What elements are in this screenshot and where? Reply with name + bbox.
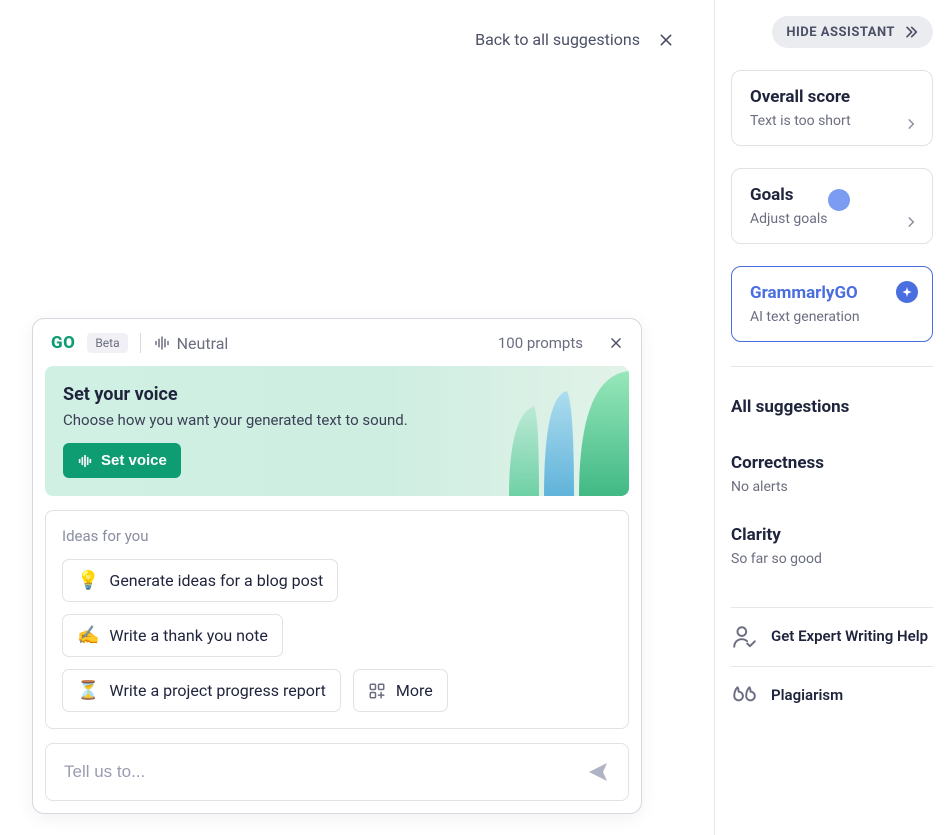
- waveform-icon: [153, 334, 171, 352]
- lightbulb-icon: 💡: [77, 570, 99, 591]
- idea-label: Write a thank you note: [109, 626, 267, 645]
- more-label: More: [396, 681, 433, 700]
- more-ideas-button[interactable]: More: [353, 669, 448, 712]
- correctness-section[interactable]: Correctness No alerts: [731, 453, 933, 495]
- panel-header: GO Beta Neutral 100 prompts: [33, 319, 641, 366]
- card-subtitle: AI text generation: [750, 309, 914, 325]
- card-title: GrammarlyGO: [750, 283, 914, 303]
- voice-banner: Set your voice Choose how you want your …: [45, 366, 629, 496]
- idea-chip[interactable]: ✍️ Write a thank you note: [62, 614, 283, 657]
- set-voice-label: Set voice: [101, 452, 167, 469]
- section-title: All suggestions: [731, 397, 933, 417]
- hourglass-icon: ⏳: [77, 680, 99, 701]
- section-title: Clarity: [731, 525, 933, 545]
- section-subtitle: So far so good: [731, 551, 933, 567]
- writing-hand-icon: ✍️: [77, 625, 99, 646]
- banner-art: [489, 366, 629, 496]
- chevron-right-icon: [904, 215, 918, 229]
- ideas-heading: Ideas for you: [62, 527, 612, 545]
- waveform-icon: [77, 453, 93, 469]
- notification-dot-icon: [828, 189, 850, 211]
- sidebar-footer: Get Expert Writing Help Plagiarism: [731, 607, 933, 725]
- close-icon[interactable]: [658, 32, 674, 48]
- ideas-box: Ideas for you 💡 Generate ideas for a blo…: [45, 510, 629, 729]
- prompt-input-box[interactable]: [45, 743, 629, 801]
- panel-close-icon[interactable]: [609, 336, 623, 350]
- all-suggestions-section[interactable]: All suggestions: [731, 397, 933, 423]
- plagiarism-link[interactable]: Plagiarism: [731, 666, 933, 725]
- go-logo: GO: [51, 333, 75, 353]
- idea-label: Write a project progress report: [109, 681, 325, 700]
- footer-label: Get Expert Writing Help: [771, 627, 928, 647]
- sparkle-badge-icon: [896, 281, 918, 303]
- expert-help-link[interactable]: Get Expert Writing Help: [731, 607, 933, 666]
- beta-badge: Beta: [87, 333, 127, 353]
- prompt-input[interactable]: [64, 762, 586, 782]
- grid-plus-icon: [368, 682, 386, 700]
- main-area: Back to all suggestions GO Beta Neutral …: [0, 0, 714, 835]
- chevron-right-icon: [904, 117, 918, 131]
- section-title: Correctness: [731, 453, 933, 473]
- voice-selector[interactable]: Neutral: [153, 334, 229, 353]
- clarity-section[interactable]: Clarity So far so good: [731, 525, 933, 567]
- divider: [731, 366, 933, 367]
- grammarlygo-card[interactable]: GrammarlyGO AI text generation: [731, 266, 933, 342]
- back-to-suggestions[interactable]: Back to all suggestions: [475, 30, 674, 49]
- hide-assistant-label: HIDE ASSISTANT: [786, 25, 895, 40]
- grammarlygo-panel: GO Beta Neutral 100 prompts Set yo: [32, 318, 642, 814]
- divider: [140, 333, 141, 353]
- back-label: Back to all suggestions: [475, 30, 640, 49]
- prompts-counter[interactable]: 100 prompts: [498, 334, 583, 352]
- card-subtitle: Adjust goals: [750, 211, 914, 227]
- section-subtitle: No alerts: [731, 479, 933, 495]
- voice-name: Neutral: [177, 334, 229, 353]
- send-icon[interactable]: [586, 760, 610, 784]
- set-voice-button[interactable]: Set voice: [63, 443, 181, 478]
- idea-label: Generate ideas for a blog post: [109, 571, 323, 590]
- idea-chip[interactable]: 💡 Generate ideas for a blog post: [62, 559, 338, 602]
- overall-score-card[interactable]: Overall score Text is too short: [731, 70, 933, 146]
- assistant-sidebar: HIDE ASSISTANT Overall score Text is too…: [714, 0, 949, 835]
- idea-chip[interactable]: ⏳ Write a project progress report: [62, 669, 341, 712]
- double-chevron-right-icon: [903, 24, 919, 40]
- footer-label: Plagiarism: [771, 686, 843, 706]
- person-check-icon: [731, 624, 757, 650]
- hide-assistant-button[interactable]: HIDE ASSISTANT: [772, 16, 933, 48]
- card-title: Overall score: [750, 87, 914, 107]
- goals-card[interactable]: Goals Adjust goals: [731, 168, 933, 244]
- quotes-icon: [731, 683, 757, 709]
- card-subtitle: Text is too short: [750, 113, 914, 129]
